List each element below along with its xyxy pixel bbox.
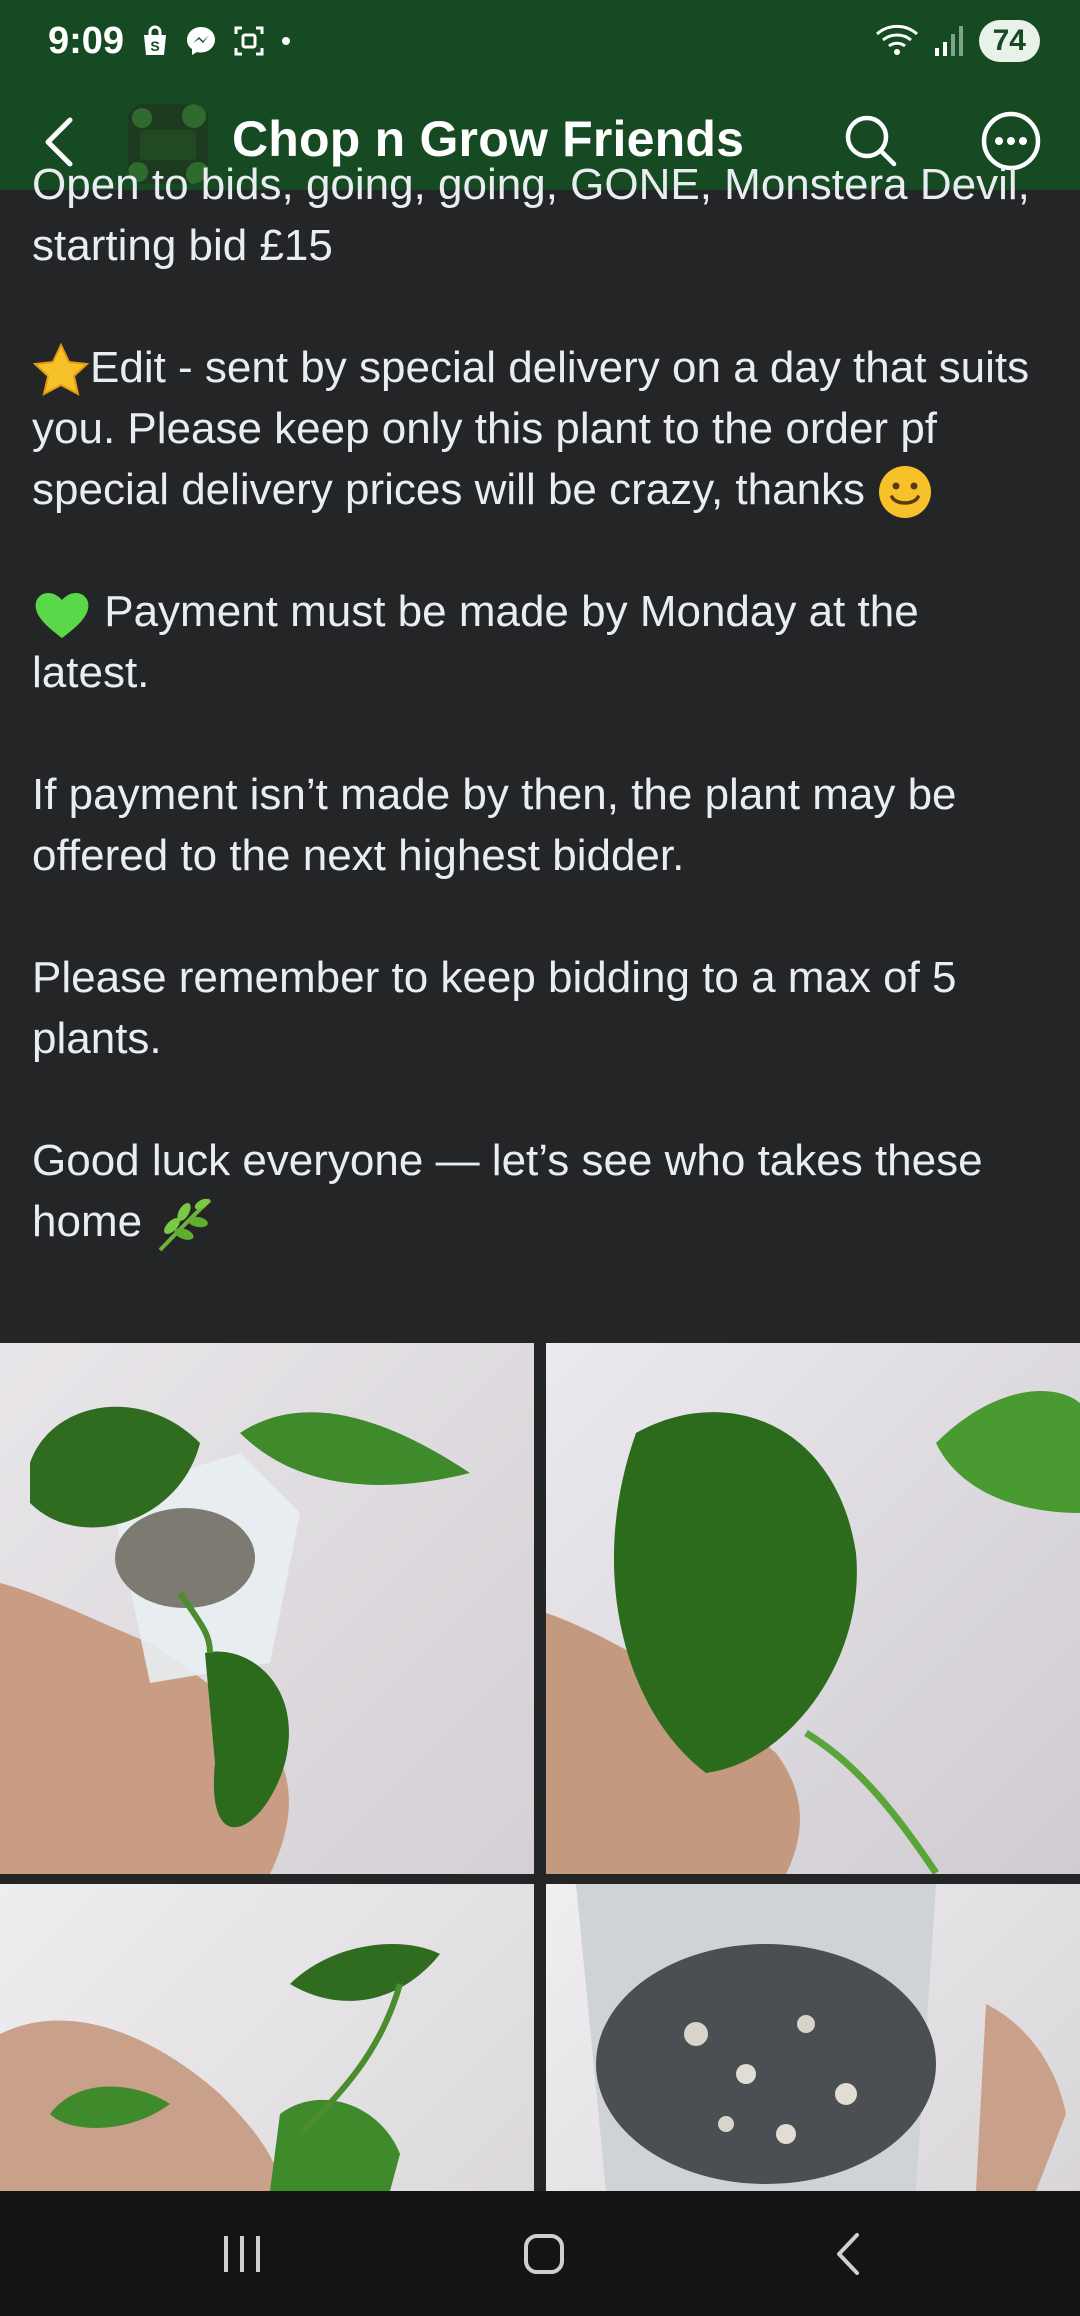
plant-photo-3[interactable] (0, 1884, 534, 2191)
recent-apps-button[interactable] (202, 2219, 282, 2289)
home-button[interactable] (504, 2219, 584, 2289)
system-back-button[interactable] (808, 2219, 888, 2289)
svg-text:S: S (150, 38, 159, 54)
post-paragraph: Good luck everyone — let’s see who takes… (32, 1130, 1048, 1253)
plant-photo-2[interactable] (546, 1343, 1080, 1874)
dot-icon (282, 37, 290, 45)
recent-apps-icon (224, 2236, 260, 2272)
post-paragraph: Please remember to keep bidding to a max… (32, 953, 957, 1064)
plant-photo-4[interactable] (546, 1884, 1080, 2191)
wifi-icon (875, 24, 918, 55)
system-nav-bar (0, 2191, 1080, 2316)
battery-indicator: 74 (978, 20, 1040, 62)
herb-emoji-icon (158, 1198, 212, 1252)
plant-photo-1[interactable] (0, 1343, 534, 1874)
home-icon (524, 2234, 564, 2274)
post-body: Open to bids, going, going, GONE, Monste… (32, 160, 1048, 1315)
post-paragraph: Edit - sent by special delivery on a day… (32, 337, 1048, 520)
post-paragraph: Payment must be made by Monday at the la… (32, 587, 919, 698)
smiley-emoji-icon (879, 466, 932, 519)
star-emoji-icon (32, 343, 90, 397)
post-paragraph: Open to bids, going, going, GONE, Monste… (32, 160, 1030, 270)
back-arrow-icon (837, 2233, 859, 2275)
status-time: 9:09 (48, 20, 125, 62)
photo-grid (0, 1343, 1080, 2191)
status-bar: 9:09 S 74 (0, 0, 1080, 92)
green-heart-emoji-icon (35, 592, 89, 638)
screenshot-icon (234, 26, 264, 56)
post-paragraph: If payment isn’t made by then, the plant… (32, 770, 957, 881)
status-right-icons: 74 (875, 20, 1040, 62)
signal-icon (934, 26, 963, 56)
messenger-icon (187, 27, 215, 55)
shopping-bag-icon: S (144, 25, 166, 55)
status-left-icons: S (140, 24, 292, 58)
